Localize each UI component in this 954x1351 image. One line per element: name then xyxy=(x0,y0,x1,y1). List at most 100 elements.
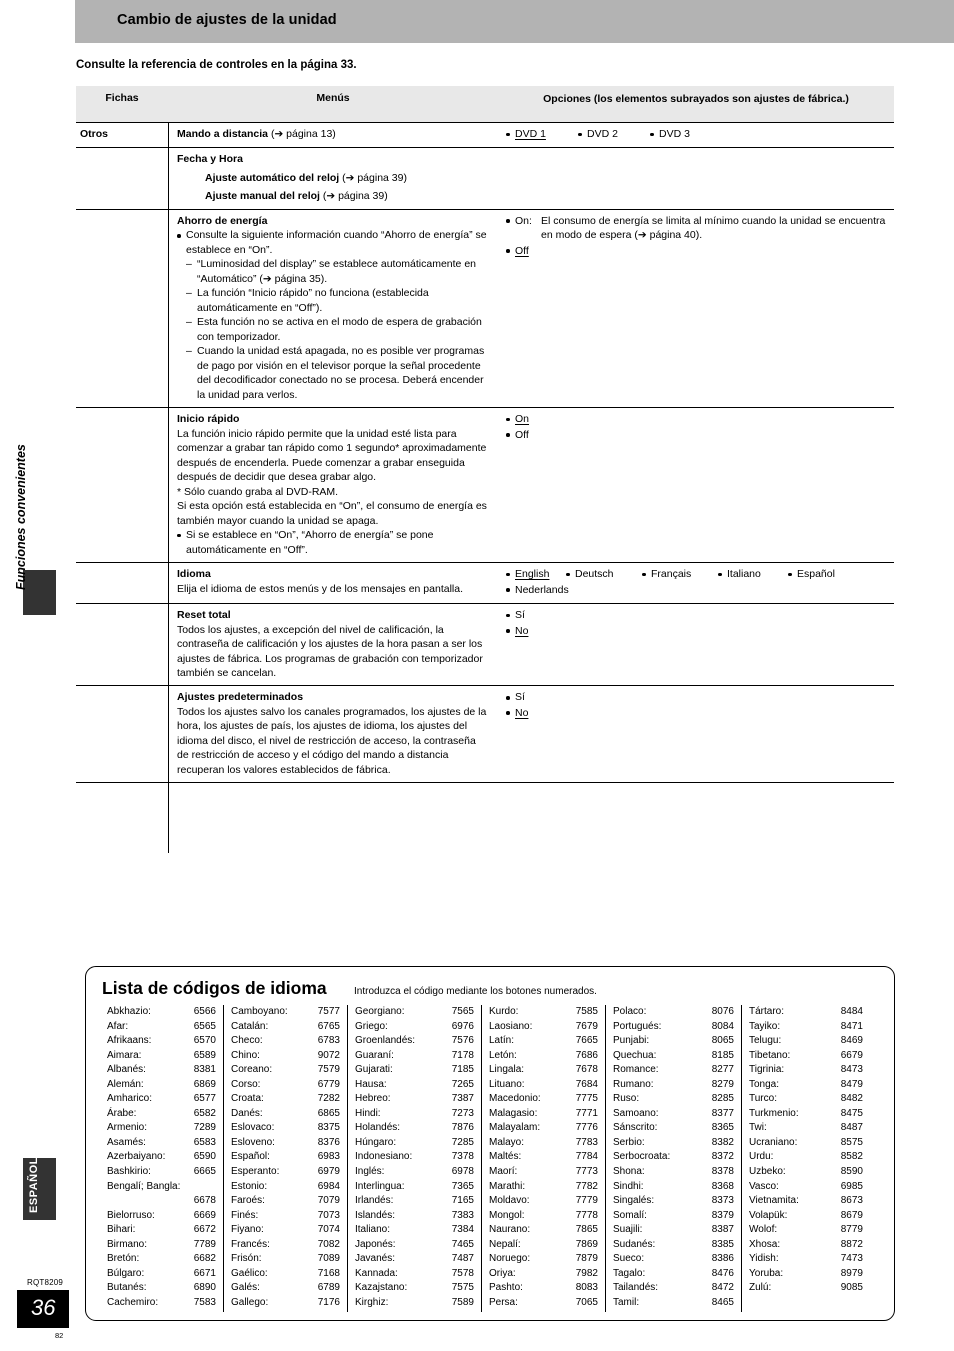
option-language-deutsch[interactable]: Deutsch xyxy=(566,567,642,581)
option-language-francais[interactable]: Français xyxy=(642,567,718,581)
options-cell-language: English Deutsch Français Italiano Españo… xyxy=(498,563,894,603)
language-code: 6566 xyxy=(193,1006,216,1017)
language-code: 7365 xyxy=(451,1180,474,1192)
group-label-otros: Otros xyxy=(80,128,109,140)
option-language-english[interactable]: English xyxy=(506,567,566,581)
language-code-entry: Punjabi: 8065 xyxy=(613,1034,734,1049)
language-name: Vasco: xyxy=(749,1180,779,1192)
language-code-entry: Gallego: 7176 xyxy=(231,1296,340,1311)
language-name: Sudanés: xyxy=(613,1238,656,1250)
language-name: Bashkirio: xyxy=(107,1166,151,1178)
menu-cell-quick-start: Inicio rápido La función inicio rápido p… xyxy=(168,408,498,563)
language-code-entry: Telugu: 8469 xyxy=(749,1034,863,1049)
submenu-manual-clock[interactable]: Ajuste manual del reloj (➔ página 39) xyxy=(177,189,490,203)
table-row: Ajustes predeterminados Todos los ajuste… xyxy=(76,686,894,784)
language-code: 8382 xyxy=(711,1136,734,1148)
language-name: Amharico: xyxy=(107,1093,153,1105)
language-name: Tayiko: xyxy=(749,1020,781,1032)
language-code-entry: Danés: 6865 xyxy=(231,1107,340,1122)
folio-number: 82 xyxy=(55,1331,64,1340)
language-code-entry: Aimara: 6589 xyxy=(107,1049,216,1064)
language-code-entry: Moldavo: 7779 xyxy=(489,1194,598,1209)
language-code-entry: Bretón: 6682 xyxy=(107,1252,216,1267)
menu-title-language: Idioma xyxy=(177,568,211,581)
language-code: 8279 xyxy=(711,1078,734,1090)
language-code-entry: Suajili: 8387 xyxy=(613,1223,734,1238)
language-code-entry: Esperanto: 6979 xyxy=(231,1165,340,1180)
language-name: Bengalí; Bangla: xyxy=(107,1180,181,1192)
language-code-entry: Persa: 7065 xyxy=(489,1296,598,1311)
language-code: 7578 xyxy=(451,1267,474,1279)
language-code-entry: Sudanés: 8385 xyxy=(613,1238,734,1253)
language-name: Serbio: xyxy=(613,1136,645,1148)
option-quick-start-off[interactable]: Off xyxy=(506,428,890,442)
quick-start-body2: Si esta opción está establecida en “On”,… xyxy=(177,500,487,527)
language-code-entry: Español: 6983 xyxy=(231,1150,340,1165)
submenu-auto-clock[interactable]: Ajuste automático del reloj (➔ página 39… xyxy=(177,171,490,185)
language-code: 7073 xyxy=(317,1209,340,1221)
language-code: 6890 xyxy=(193,1282,216,1294)
language-name xyxy=(107,1194,113,1209)
language-code: 7082 xyxy=(317,1238,340,1250)
table-row: Reset total Todos los ajustes, a excepci… xyxy=(76,604,894,687)
language-name: Francés: xyxy=(231,1238,270,1250)
language-name: Volapük: xyxy=(749,1209,788,1221)
language-name: Xhosa: xyxy=(749,1238,781,1250)
language-code: 6865 xyxy=(317,1107,340,1119)
language-name: Danés: xyxy=(231,1107,263,1119)
language-code-entry: Tibetano: 6679 xyxy=(749,1049,863,1064)
language-code-entry: Búlgaro: 6671 xyxy=(107,1267,216,1282)
language-code: 6682 xyxy=(193,1253,216,1265)
language-code-entry: Kirghiz: 7589 xyxy=(355,1296,474,1311)
language-code-entry: Tonga: 8479 xyxy=(749,1078,863,1093)
language-code-entry: Corso: 6779 xyxy=(231,1078,340,1093)
language-code: 8377 xyxy=(711,1107,734,1119)
language-name: Galés: xyxy=(231,1282,260,1294)
language-name: Coreano: xyxy=(231,1064,273,1076)
option-language-espanol[interactable]: Español xyxy=(788,567,835,581)
language-code-entry: Ucraniano: 8575 xyxy=(749,1136,863,1151)
option-dvd-1[interactable]: DVD 1 xyxy=(506,127,578,141)
language-code: 8084 xyxy=(711,1020,734,1032)
language-code-entry: Yoruba: 8979 xyxy=(749,1267,863,1282)
option-defaults-no[interactable]: No xyxy=(506,706,890,720)
group-label-empty xyxy=(76,210,168,407)
language-code: 6679 xyxy=(840,1049,863,1061)
option-power-save-on[interactable]: On: El consumo de energía se limita al m… xyxy=(506,214,890,243)
language-name: Inglés: xyxy=(355,1166,385,1178)
language-name: Ruso: xyxy=(613,1093,640,1105)
language-code-entry: Rumano: 8279 xyxy=(613,1078,734,1093)
power-save-dash: “Luminosidad del display” se establece a… xyxy=(186,257,490,286)
options-cell-reset-all: Sí No xyxy=(498,604,894,685)
language-name: Camboyano: xyxy=(231,1006,288,1017)
option-quick-start-on[interactable]: On xyxy=(506,412,890,426)
language-code: 7784 xyxy=(575,1151,598,1163)
option-dvd-3[interactable]: DVD 3 xyxy=(650,127,690,141)
language-name: Abkhazio: xyxy=(107,1006,151,1017)
menu-cell-language: Idioma Elija el idioma de estos menús y … xyxy=(168,563,498,604)
language-code-entry: Esloveno: 8376 xyxy=(231,1136,340,1151)
group-label-empty xyxy=(76,686,168,782)
option-reset-all-no[interactable]: No xyxy=(506,624,890,638)
language-name: Tonga: xyxy=(749,1078,780,1090)
language-name: Tagalo: xyxy=(613,1267,646,1279)
language-code: 6979 xyxy=(317,1166,340,1178)
options-cell-power-save: On: El consumo de energía se limita al m… xyxy=(498,210,894,407)
option-reset-all-si[interactable]: Sí xyxy=(506,608,890,622)
language-name: Afar: xyxy=(107,1020,129,1032)
language-code-entry: Marathi: 7782 xyxy=(489,1180,598,1195)
option-dvd-2[interactable]: DVD 2 xyxy=(578,127,650,141)
option-language-nederlands[interactable]: Nederlands xyxy=(506,583,890,597)
language-tab-label: ESPAÑOL xyxy=(28,1157,40,1213)
language-code-column: Tártaro: 8484 Tayiko: 8471 Telugu: 8469 Tibeta… xyxy=(742,1005,870,1312)
table-row: Ahorro de energía Consulte la siguiente … xyxy=(76,209,894,409)
language-code: 8185 xyxy=(711,1049,734,1061)
group-label-empty xyxy=(76,408,168,562)
language-code-entry: Árabe: 6582 xyxy=(107,1107,216,1122)
language-name: Tártaro: xyxy=(749,1006,785,1017)
option-power-save-off[interactable]: Off xyxy=(506,244,890,258)
option-defaults-si[interactable]: Sí xyxy=(506,690,890,704)
option-language-italiano[interactable]: Italiano xyxy=(718,567,788,581)
language-code: 7776 xyxy=(575,1122,598,1134)
language-code-entry: Húngaro: 7285 xyxy=(355,1136,474,1151)
